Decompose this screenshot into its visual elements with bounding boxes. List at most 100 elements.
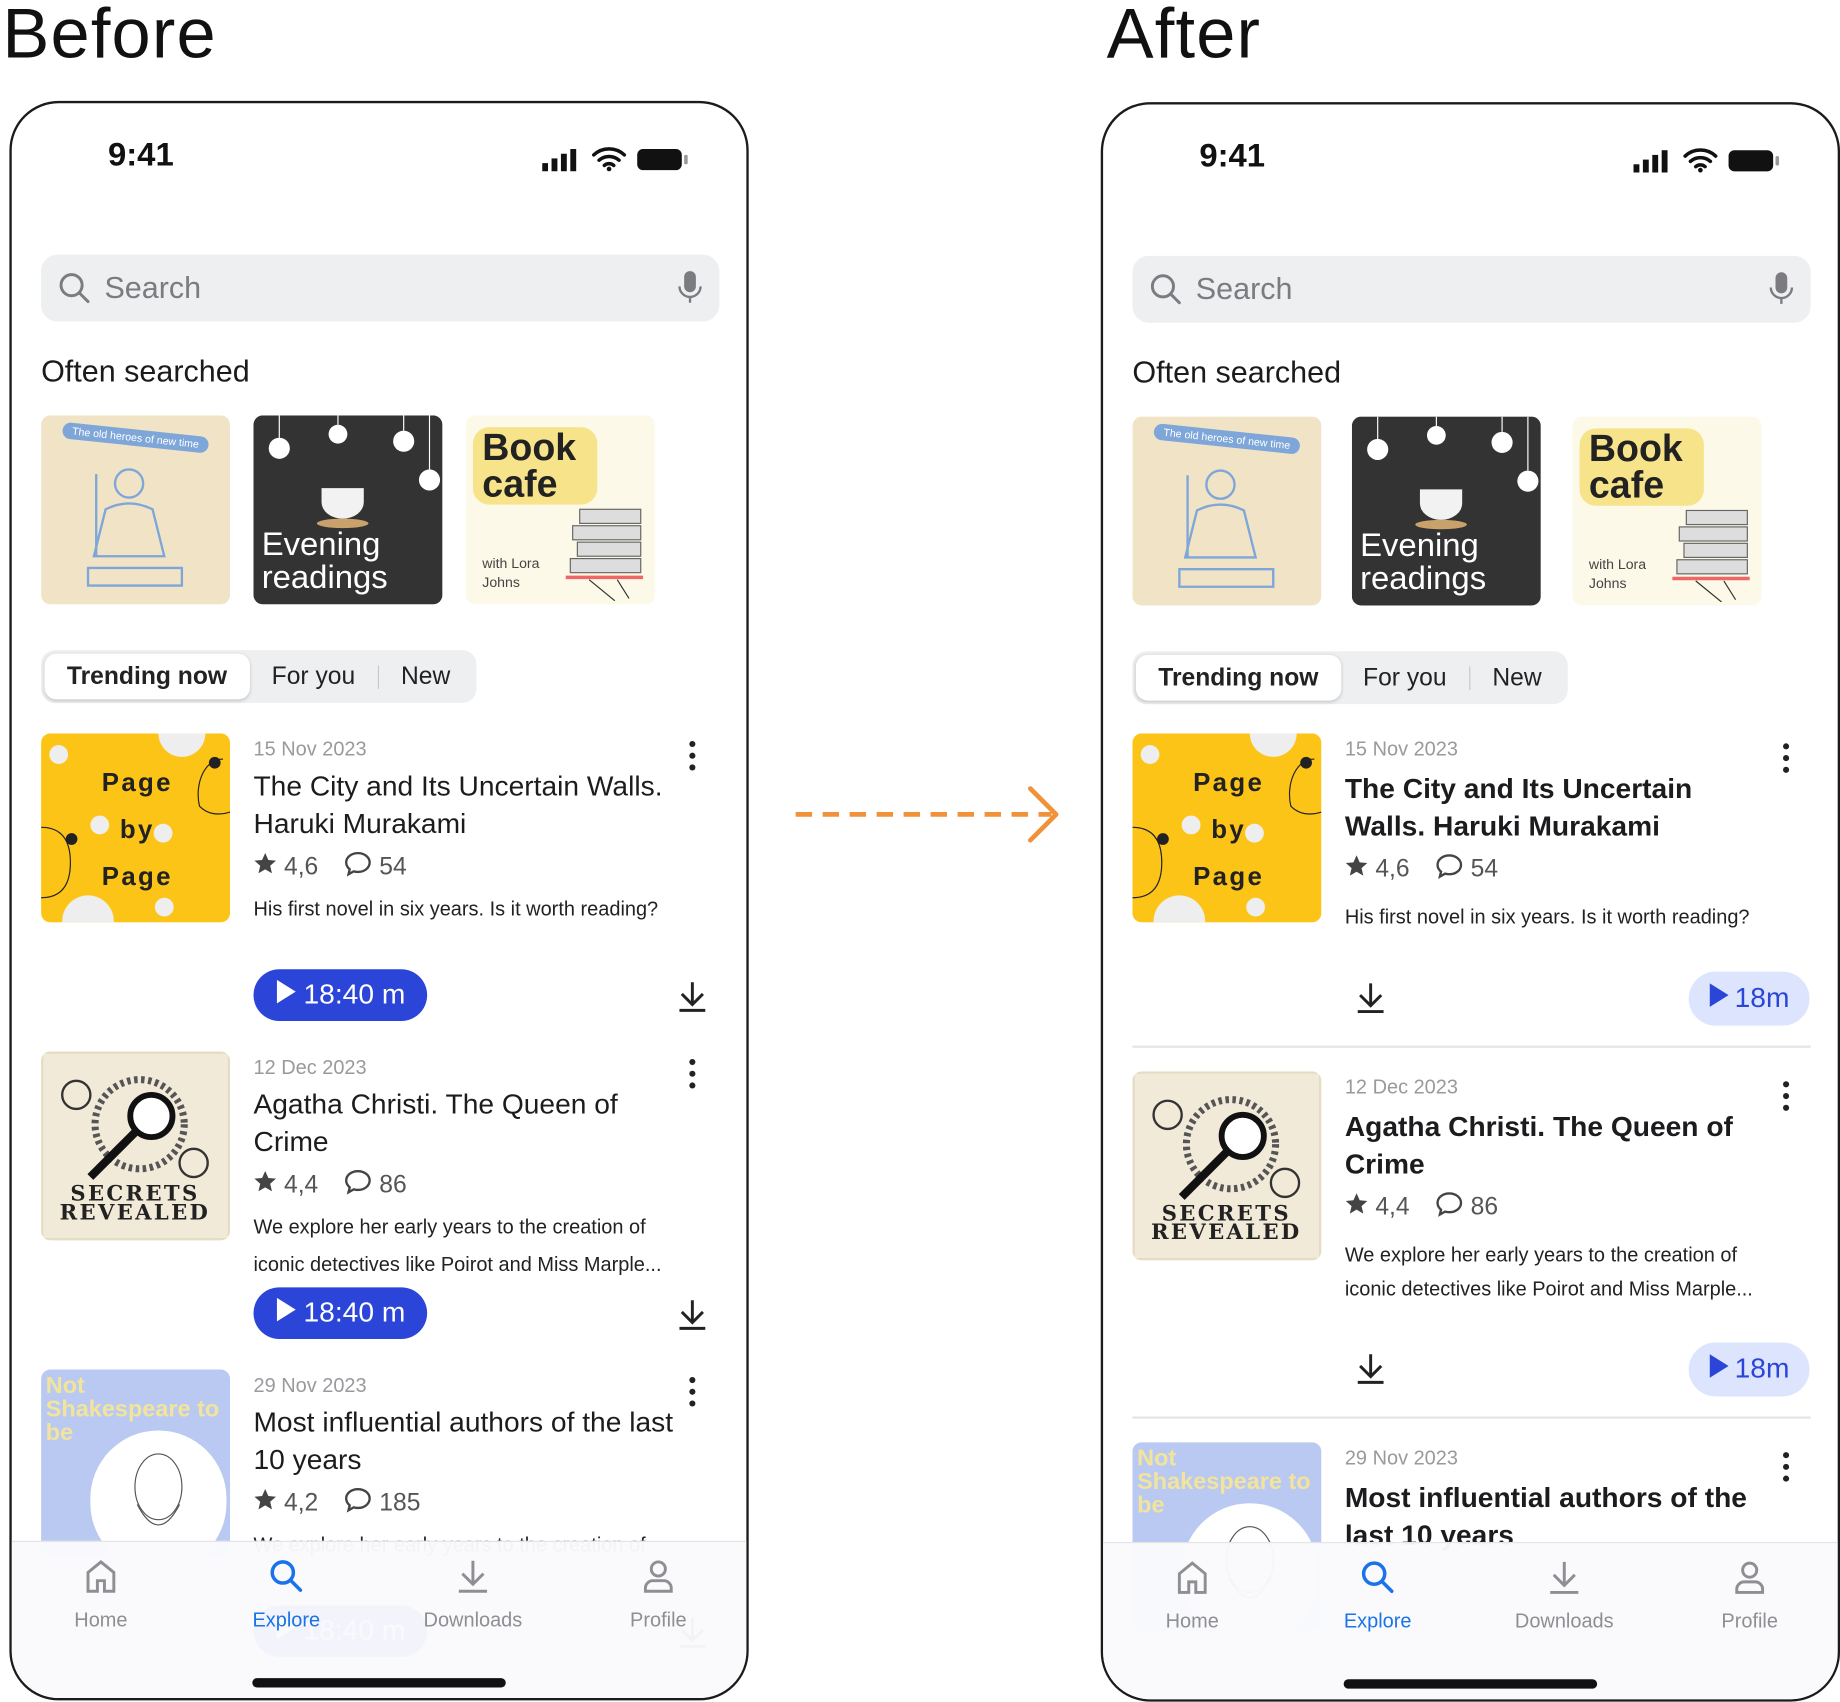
card-title[interactable]: Agatha Christi. The Queen of Crime	[1345, 1109, 1750, 1184]
nav-home[interactable]: Home	[1122, 1560, 1263, 1634]
more-options-icon[interactable]	[1781, 743, 1790, 779]
thumb-art-text: Page by Page	[1193, 767, 1265, 891]
tab-bar: Trending now For you New	[1132, 651, 1568, 705]
card-stats: 4,4 86	[253, 1169, 407, 1202]
more-options-icon[interactable]	[1781, 1081, 1790, 1117]
search-input[interactable]: Search	[41, 254, 720, 322]
play-button[interactable]: 18m	[1688, 1342, 1810, 1397]
microphone-icon[interactable]	[677, 270, 703, 311]
tab-new[interactable]: New	[1470, 655, 1564, 701]
nav-label: Profile	[630, 1608, 687, 1632]
play-duration: 18:40 m	[303, 978, 406, 1011]
status-icons	[542, 146, 690, 172]
card-description: We explore her early years to the creati…	[1344, 1243, 1753, 1301]
nav-downloads[interactable]: Downloads	[403, 1558, 544, 1632]
download-icon[interactable]	[677, 1298, 708, 1337]
comments-icon	[1435, 853, 1463, 886]
thumb-art-text: Evening readings	[261, 525, 388, 595]
tab-for-you[interactable]: For you	[1341, 655, 1469, 701]
tab-new[interactable]: New	[379, 654, 473, 700]
download-icon	[403, 1558, 544, 1599]
home-indicator[interactable]	[252, 1678, 506, 1688]
tab-trending-now[interactable]: Trending now	[1135, 654, 1341, 701]
phone-after: 9:41 Search Often searched The old heroes o…	[1100, 102, 1840, 1702]
comment-count: 54	[379, 853, 407, 881]
rating-value: 4,2	[283, 1489, 319, 1517]
often-searched-item[interactable]: Evening readings	[1351, 416, 1541, 606]
play-duration: 18:40 m	[303, 1296, 406, 1329]
profile-icon	[588, 1558, 729, 1599]
transition-arrow-icon	[795, 786, 1059, 843]
more-options-icon[interactable]	[1781, 1452, 1790, 1488]
card-stats: 4,6 54	[253, 851, 407, 884]
comments-icon	[344, 1169, 372, 1202]
nav-label: Home	[74, 1608, 128, 1632]
nav-label: Downloads	[1514, 1610, 1614, 1633]
card-description: His first novel in six years. Is it wort…	[1344, 905, 1750, 929]
often-searched-item[interactable]: The old heroes of new time	[1132, 416, 1322, 606]
search-input[interactable]: Search	[1132, 255, 1811, 323]
wifi-icon	[1683, 148, 1718, 173]
thumb-art-text: Book cafe	[1579, 428, 1704, 506]
often-searched-item[interactable]: Book cafe with Lora Johns	[465, 415, 655, 605]
comments-icon	[344, 851, 372, 884]
nav-profile[interactable]: Profile	[588, 1558, 729, 1632]
thumb-art-text: SECRETS REVEALED	[1151, 1201, 1302, 1246]
comment-count: 185	[379, 1489, 421, 1517]
card-date: 15 Nov 2023	[1344, 738, 1458, 761]
home-indicator[interactable]	[1343, 1679, 1598, 1689]
rating-value: 4,6	[1375, 855, 1410, 883]
nav-label: Explore	[252, 1608, 321, 1632]
tab-trending-now[interactable]: Trending now	[44, 653, 250, 700]
nav-explore[interactable]: Explore	[216, 1558, 357, 1632]
card-thumbnail[interactable]: SECRETS REVEALED	[1132, 1071, 1322, 1261]
card-description: His first novel in six years. Is it wort…	[253, 897, 659, 921]
nav-profile[interactable]: Profile	[1679, 1560, 1820, 1634]
often-searched-item[interactable]: The old heroes of new time	[41, 415, 231, 605]
card-stats: 4,4 86	[1345, 1191, 1498, 1224]
battery-icon	[1728, 150, 1780, 172]
play-button[interactable]: 18:40 m	[253, 1287, 428, 1339]
download-icon[interactable]	[1355, 1352, 1386, 1391]
nav-home[interactable]: Home	[31, 1558, 172, 1632]
card-title[interactable]: The City and Its Uncertain Walls. Haruki…	[1345, 771, 1750, 846]
card-title[interactable]: Most influential authors of the last 10 …	[253, 1405, 675, 1480]
download-icon[interactable]	[677, 980, 708, 1019]
after-label: After	[1106, 0, 1262, 73]
card-title[interactable]: Agatha Christi. The Queen of Crime	[253, 1087, 675, 1162]
wifi-icon	[592, 147, 627, 172]
card-title[interactable]: The City and Its Uncertain Walls. Haruki…	[253, 769, 675, 844]
thumb-art-text: SECRETS REVEALED	[59, 1181, 211, 1226]
download-icon[interactable]	[1355, 981, 1386, 1020]
bottom-nav: Home Explore Downloads Profile	[1103, 1541, 1838, 1700]
card-divider	[1132, 1045, 1811, 1048]
play-duration: 18m	[1734, 1353, 1790, 1385]
nav-explore[interactable]: Explore	[1307, 1560, 1448, 1634]
often-searched-item[interactable]: Book cafe with Lora Johns	[1572, 416, 1762, 606]
comments-icon	[344, 1487, 372, 1520]
more-options-icon[interactable]	[688, 1058, 697, 1094]
often-searched-item[interactable]: Evening readings	[253, 415, 443, 605]
signal-icon	[542, 149, 577, 172]
star-icon	[253, 1170, 276, 1201]
search-icon	[216, 1558, 357, 1599]
card-thumbnail[interactable]: Page by Page	[41, 733, 231, 923]
play-icon	[1709, 1352, 1730, 1386]
more-options-icon[interactable]	[688, 740, 697, 776]
card-thumbnail[interactable]: Page by Page	[1132, 733, 1322, 923]
comment-count: 86	[379, 1171, 407, 1199]
nav-downloads[interactable]: Downloads	[1494, 1560, 1635, 1634]
thumb-art-text: Evening readings	[1360, 526, 1487, 597]
play-button[interactable]: 18m	[1688, 971, 1810, 1026]
card-thumbnail[interactable]: SECRETS REVEALED	[41, 1051, 231, 1241]
status-icons	[1633, 147, 1782, 173]
card-description: We explore her early years to the creati…	[253, 1215, 662, 1276]
play-button[interactable]: 18:40 m	[253, 969, 428, 1021]
play-icon	[275, 978, 296, 1012]
status-time: 9:41	[107, 136, 174, 173]
play-icon	[275, 1296, 296, 1330]
card-thumbnail[interactable]: Not Shakespeare to be	[41, 1369, 231, 1559]
tab-for-you[interactable]: For you	[249, 654, 377, 700]
microphone-icon[interactable]	[1768, 271, 1794, 312]
more-options-icon[interactable]	[688, 1376, 697, 1413]
